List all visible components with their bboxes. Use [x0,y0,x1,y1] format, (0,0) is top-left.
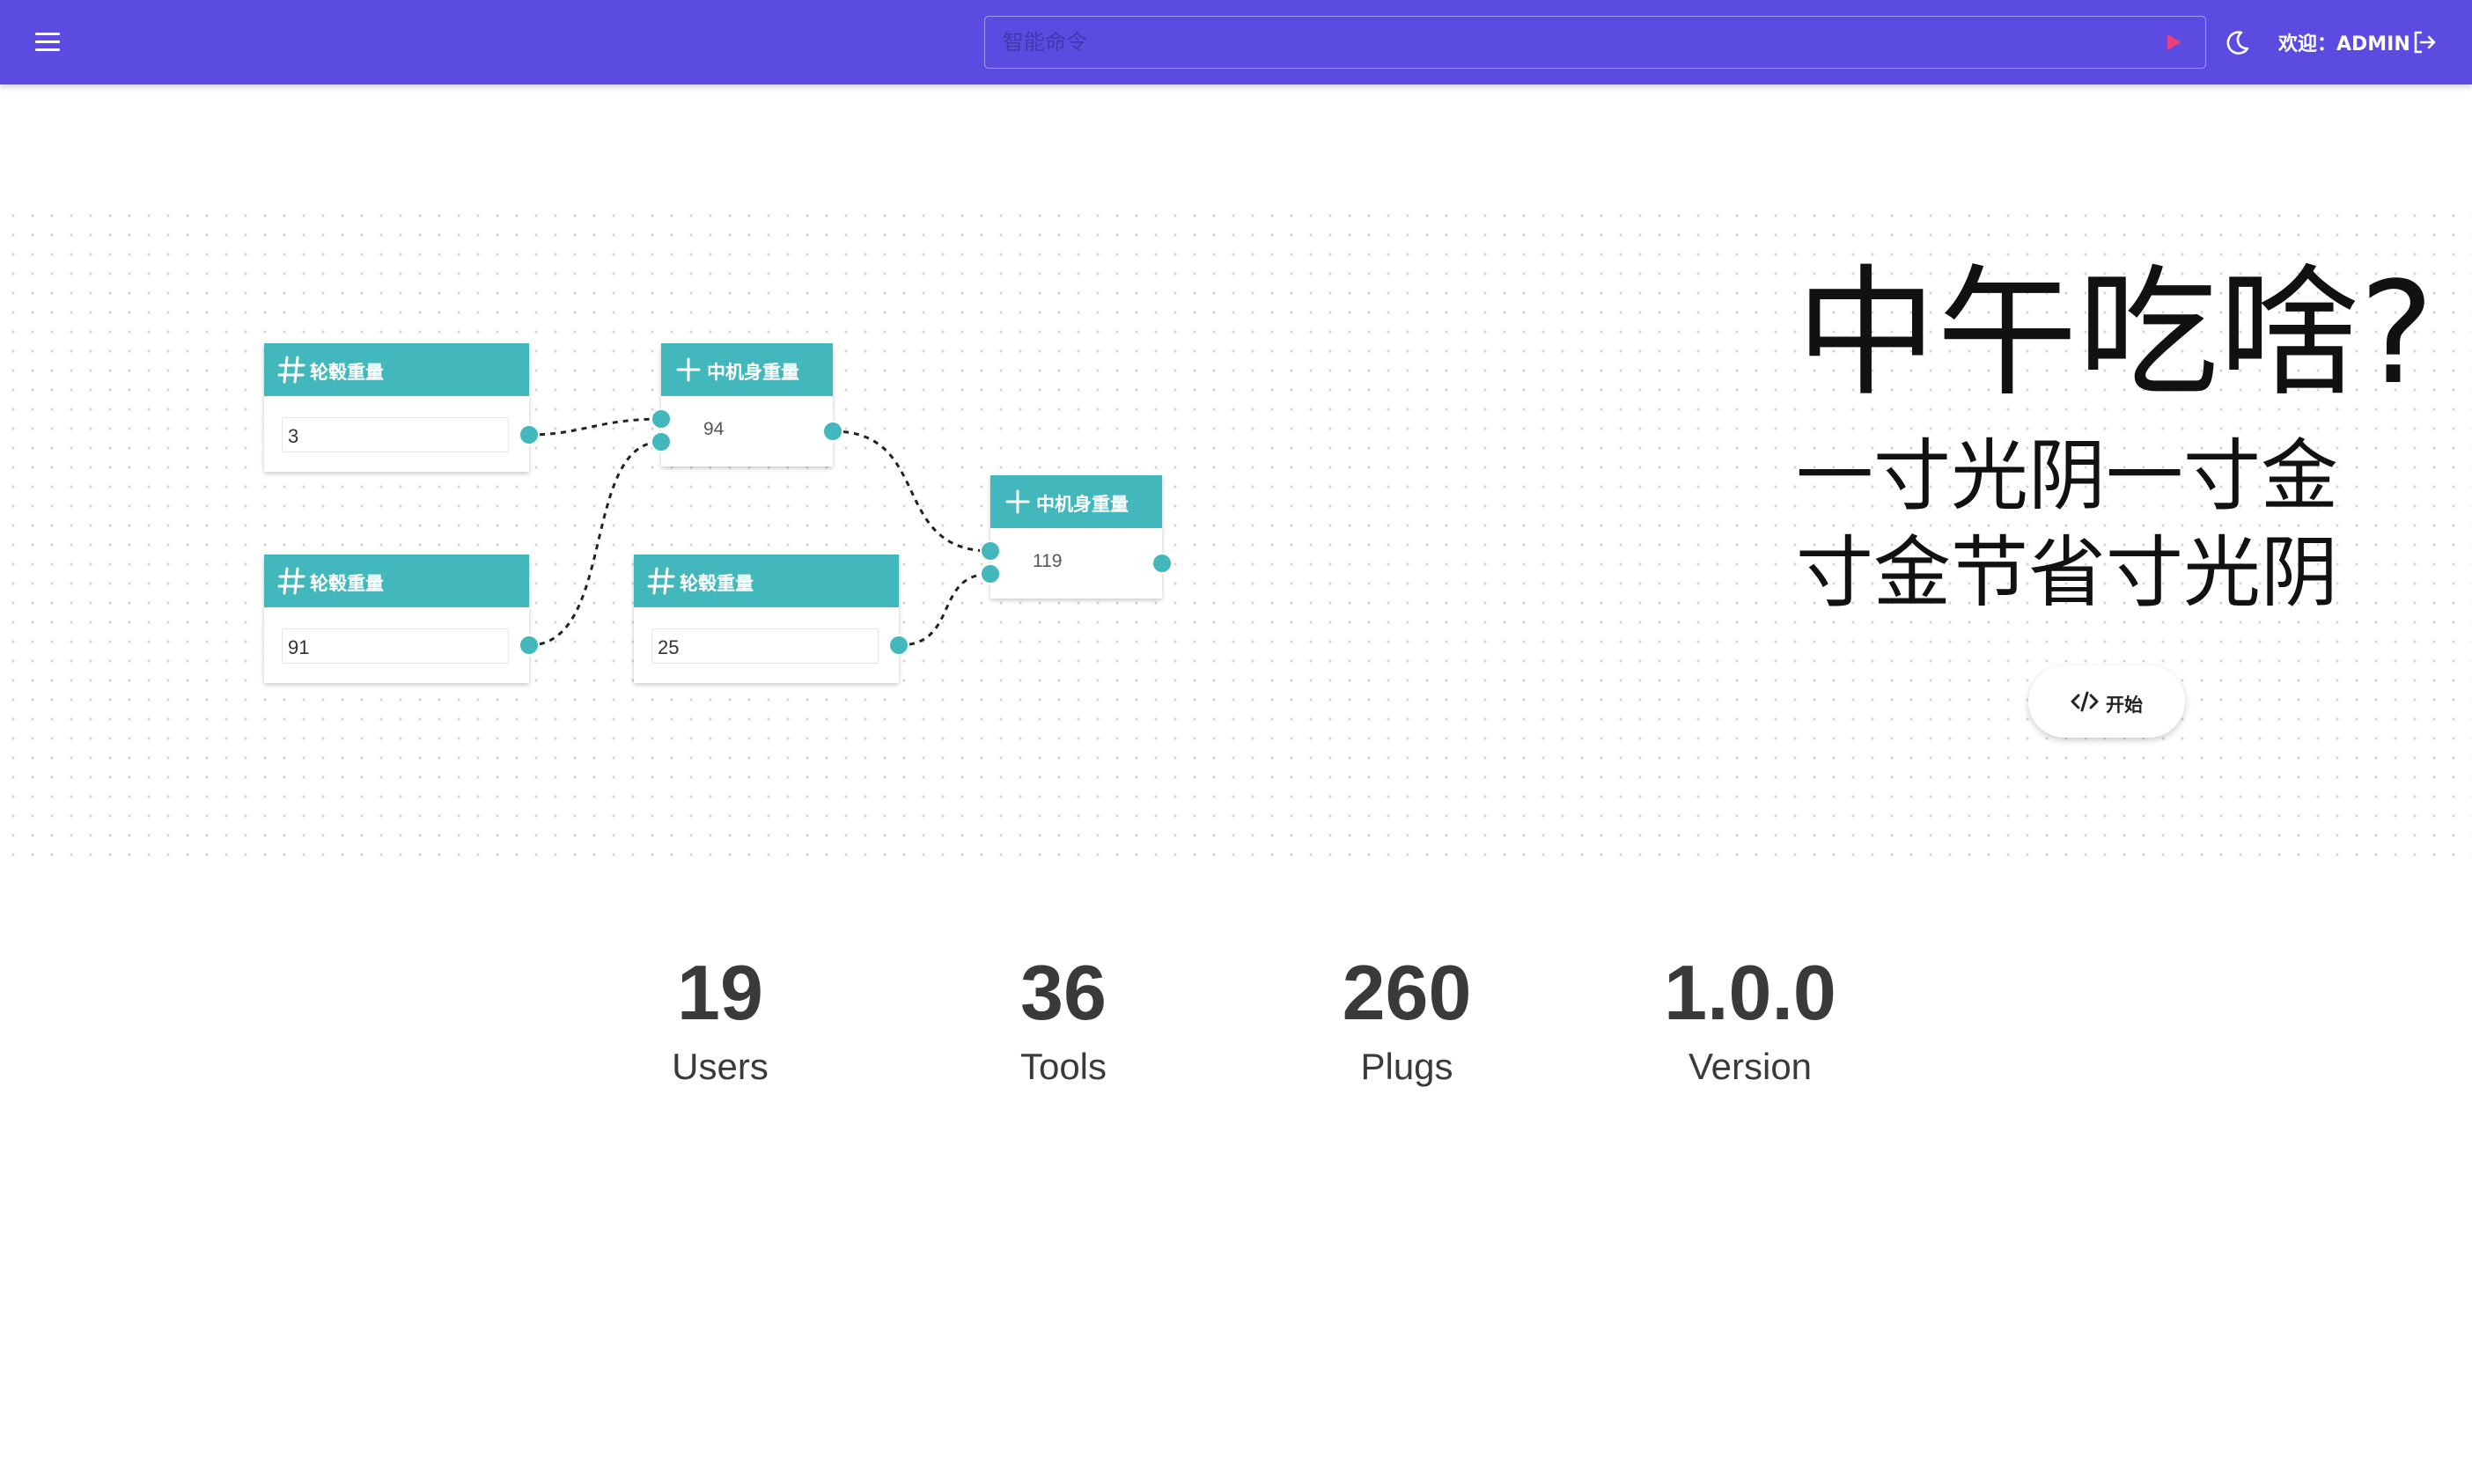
stat-value: 1.0.0 [1664,949,1836,1036]
stat-value: 36 [1020,949,1107,1036]
play-icon[interactable] [2163,32,2184,53]
input-port[interactable] [651,431,672,452]
top-app-bar: 欢迎：ADMIN [0,0,2472,84]
flow-node[interactable]: 轮毂重量 3 [264,343,529,472]
node-title: 轮毂重量 [310,573,384,594]
input-port[interactable] [980,540,1001,562]
output-port[interactable] [822,421,843,442]
hero-subtitle-line: 寸金节省寸光阴 [1796,527,2339,618]
code-icon [2071,691,2099,712]
command-box [984,16,2206,69]
node-result: 94 [703,419,725,439]
stat-value: 19 [677,949,763,1036]
output-port[interactable] [519,635,540,656]
input-port[interactable] [651,408,672,430]
node-title: 中机身重量 [1036,494,1129,515]
node-header[interactable]: 轮毂重量 [264,555,529,607]
stat-version: 1.0.0 Version [1636,947,1865,1088]
stat-label: Plugs [1360,1046,1453,1087]
node-title: 轮毂重量 [310,362,384,383]
node-title: 中机身重量 [707,362,799,383]
stat-label: Version [1688,1046,1813,1087]
node-result: 119 [1033,551,1063,571]
stat-value: 260 [1342,949,1472,1036]
plus-icon [676,357,701,382]
output-port[interactable] [888,635,909,656]
hero-title: 中午吃啥? [1796,251,2434,415]
stat-tools: 36 Tools [949,947,1178,1088]
flow-node[interactable]: 轮毂重量 25 [634,555,899,683]
node-number-input[interactable]: 3 [282,417,509,452]
node-title: 轮毂重量 [680,573,754,594]
stat-users: 19 Users [606,947,835,1088]
hash-icon [647,567,675,595]
hash-icon [277,567,305,595]
node-header[interactable]: 中机身重量 [661,343,833,396]
node-header[interactable]: 轮毂重量 [264,343,529,396]
command-input[interactable] [1003,17,2147,67]
stat-label: Tools [1019,1046,1107,1087]
menu-icon[interactable] [30,25,65,60]
node-header[interactable]: 轮毂重量 [634,555,899,607]
start-button[interactable]: 开始 [2028,665,2185,738]
start-label: 开始 [2106,694,2143,716]
hash-icon [277,356,305,384]
output-port[interactable] [519,424,540,445]
stat-plugs: 260 Plugs [1292,947,1521,1088]
node-header[interactable]: 中机身重量 [990,475,1162,528]
hero-subtitle: 一寸光阴一寸金 寸金节省寸光阴 [1796,428,2377,621]
hero-subtitle-line: 一寸光阴一寸金 [1796,430,2339,521]
stat-label: Users [672,1046,769,1087]
flow-node[interactable]: 中机身重量 119 [990,475,1162,599]
node-number-input[interactable]: 25 [651,628,879,664]
flow-node[interactable]: 轮毂重量 91 [264,555,529,683]
flow-node[interactable]: 中机身重量 94 [661,343,833,467]
plus-icon [1005,489,1030,514]
node-number-input[interactable]: 91 [282,628,509,664]
moon-icon[interactable] [2220,25,2255,60]
welcome-text: 欢迎：ADMIN [2278,33,2410,55]
input-port[interactable] [980,563,1001,584]
output-port[interactable] [1151,553,1173,574]
logout-icon[interactable] [2409,26,2440,58]
